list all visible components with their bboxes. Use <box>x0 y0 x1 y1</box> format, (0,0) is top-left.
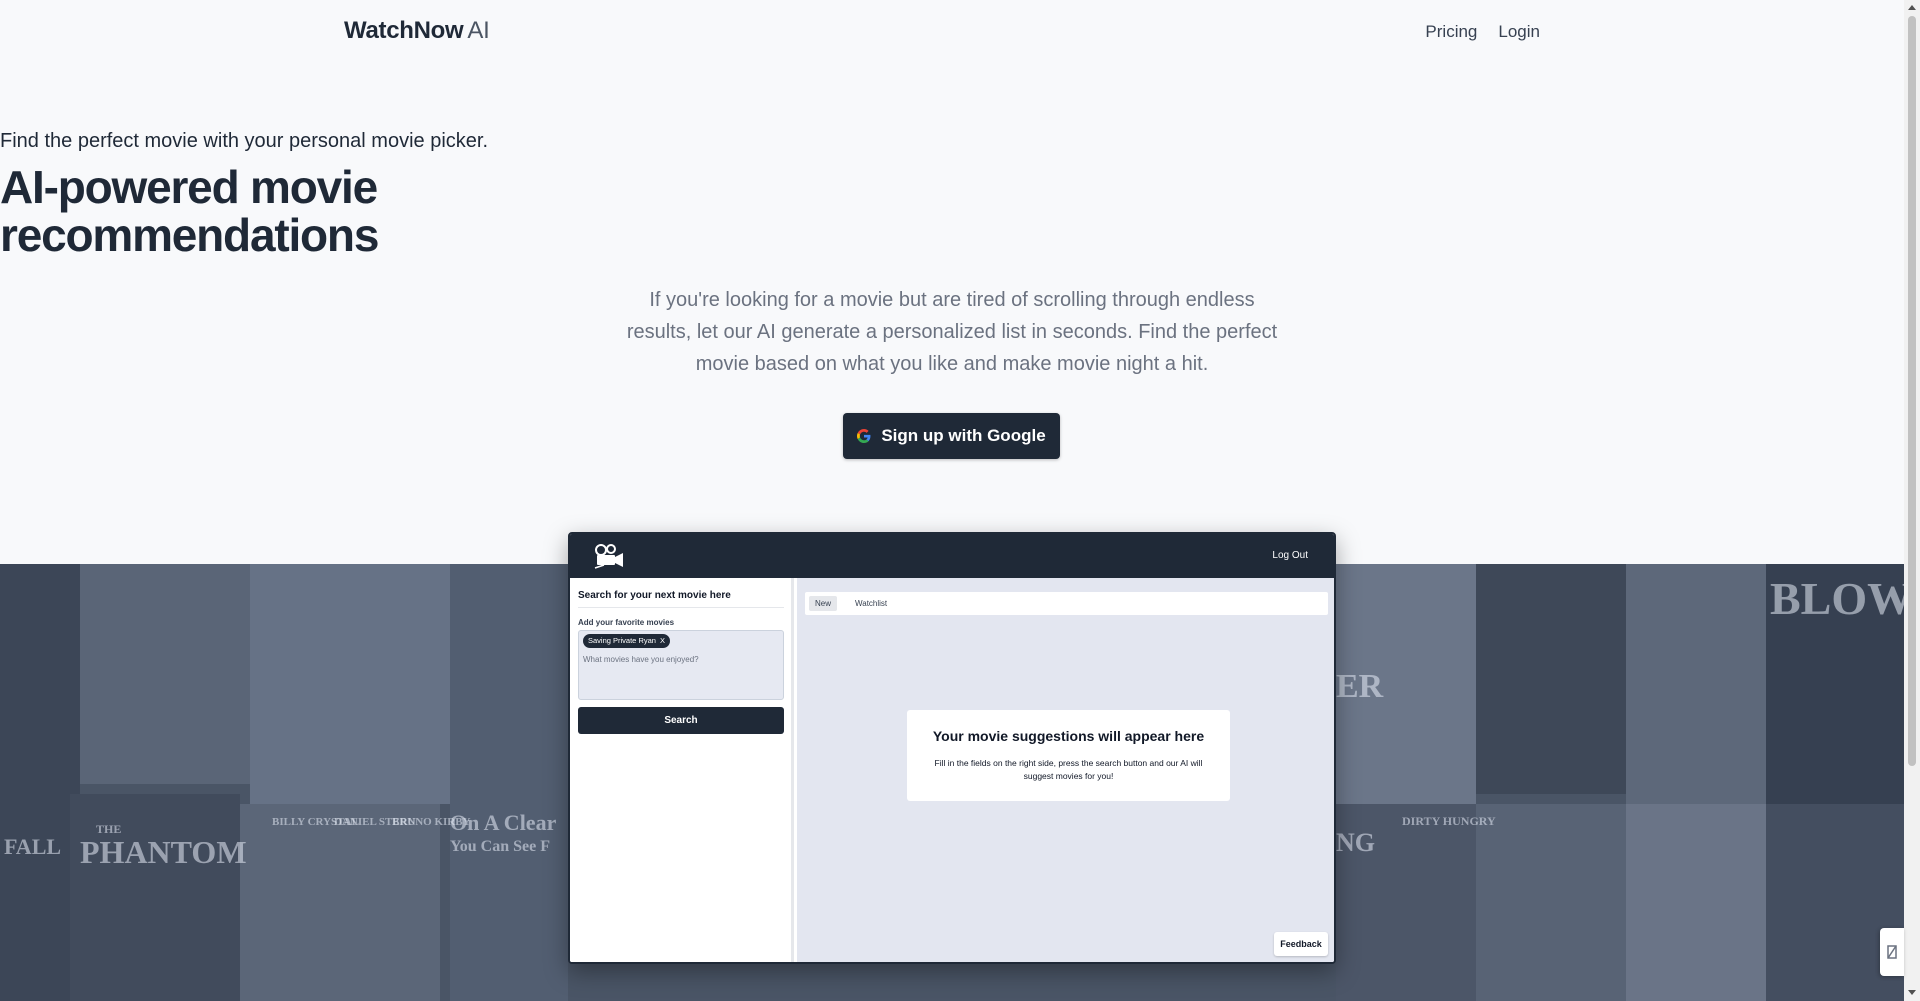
headline-line-1: AI-powered movie <box>0 161 378 213</box>
movies-placeholder: What movies have you enjoyed? <box>583 655 699 664</box>
floating-widget[interactable] <box>1880 928 1904 976</box>
collage-text: DIRTY HUNGRY <box>1402 814 1496 828</box>
scroll-down-icon[interactable] <box>1908 990 1916 995</box>
preview-tabs: New Watchlist <box>805 592 1328 615</box>
suggestions-body: Fill in the fields on the right side, pr… <box>934 758 1203 781</box>
movie-chip-label: Saving Private Ryan <box>588 636 656 645</box>
hero-lead: If you're looking for a movie but are ti… <box>626 289 1278 375</box>
hero-headline: AI-powered movie recommendations <box>0 163 1904 259</box>
nav-links: Pricing Login <box>1425 22 1540 42</box>
collage-text: You Can See F <box>450 838 551 855</box>
preview-header: Log Out <box>570 534 1334 578</box>
collage-text: BLOW OU <box>1770 573 1904 624</box>
movie-chip[interactable]: Saving Private Ryan X <box>583 634 671 648</box>
hero-tagline: Find the perfect movie with your persona… <box>0 130 488 152</box>
search-button[interactable]: Search <box>578 707 784 734</box>
favorites-label: Add your favorite movies <box>578 618 675 627</box>
scroll-up-icon[interactable] <box>1908 5 1916 10</box>
sidebar-title: Search for your next movie here <box>578 590 731 601</box>
collage-text: NG <box>1336 828 1375 857</box>
collage-text: FALL <box>4 834 62 859</box>
tab-new[interactable]: New <box>809 596 838 611</box>
top-nav: WatchNow AI Pricing Login <box>0 0 1904 64</box>
feedback-button[interactable]: Feedback <box>1274 932 1328 956</box>
logo[interactable]: WatchNow AI <box>344 17 490 45</box>
suggestions-title: Your movie suggestions will appear here <box>932 728 1205 744</box>
logout-button[interactable]: Log Out <box>1272 550 1308 561</box>
chip-remove-icon[interactable]: X <box>660 636 665 645</box>
widget-icon <box>1887 945 1897 959</box>
logo-suffix: AI <box>467 17 490 44</box>
logo-main: WatchNow <box>344 17 464 44</box>
google-signup-label: Sign up with Google <box>881 426 1046 445</box>
movie-camera-icon <box>594 544 623 569</box>
google-signup-button[interactable]: Sign up with Google <box>843 413 1060 459</box>
app-preview: Log Out Search for your next movie here … <box>568 532 1336 964</box>
collage-text: ER <box>1336 668 1384 705</box>
collage-text: PHANTOM <box>80 834 247 870</box>
collage-text: On A Clear <box>450 810 557 835</box>
scroll-thumb[interactable] <box>1908 16 1916 766</box>
nav-link-pricing[interactable]: Pricing <box>1425 22 1477 42</box>
suggestions-placeholder-card: Your movie suggestions will appear here … <box>907 710 1230 801</box>
preview-main: New Watchlist Your movie suggestions wil… <box>797 578 1334 962</box>
favorite-movies-input[interactable]: Saving Private Ryan X What movies have y… <box>578 630 784 700</box>
headline-line-2: recommendations <box>0 209 379 261</box>
tab-watchlist[interactable]: Watchlist <box>849 596 893 611</box>
divider <box>578 607 784 608</box>
google-icon <box>857 429 871 443</box>
preview-sidebar: Search for your next movie here Add your… <box>570 578 794 962</box>
nav-link-login[interactable]: Login <box>1498 22 1540 42</box>
page-scrollbar[interactable] <box>1904 0 1920 1001</box>
